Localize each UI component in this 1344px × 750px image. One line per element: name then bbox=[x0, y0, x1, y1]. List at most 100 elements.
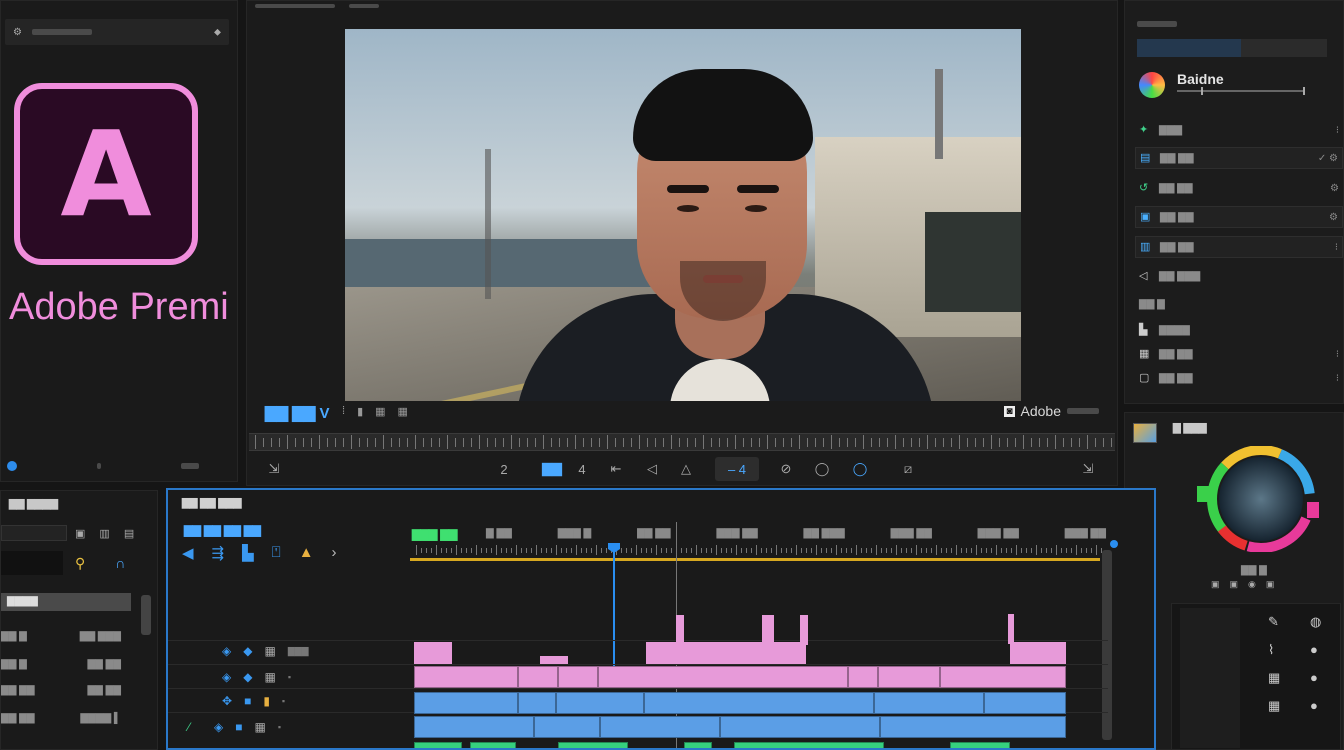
properties-selector[interactable] bbox=[1137, 39, 1327, 57]
property-row[interactable]: ▤ ▇▇ ▇▇ ✓ ⚙ bbox=[1135, 147, 1343, 169]
settings-icon[interactable]: ▤ bbox=[124, 527, 134, 540]
property-row[interactable]: ▥ ▇▇ ▇▇ ⁝ bbox=[1135, 236, 1343, 258]
dot-icon[interactable]: ● bbox=[1310, 698, 1334, 714]
track-header[interactable]: ⁄ ◈ ■ ▦ ▪ bbox=[188, 716, 408, 738]
audio-clip[interactable] bbox=[558, 742, 628, 748]
playhead-icon[interactable]: ▮ bbox=[357, 405, 363, 418]
property-row[interactable]: ▦ ▇▇ ▇▇ ⁝ bbox=[1135, 343, 1343, 365]
project-scrollbar[interactable] bbox=[141, 595, 151, 635]
extract-button[interactable]: ⧄ bbox=[895, 457, 921, 481]
project-search-input[interactable] bbox=[1, 525, 67, 541]
video-clip[interactable] bbox=[414, 666, 518, 688]
project-row[interactable]: ▇▇ ▇▇ ▇▇ ▇▇ bbox=[1, 683, 121, 697]
video-clip[interactable] bbox=[598, 666, 848, 688]
settings-icon[interactable]: ▦ bbox=[398, 405, 408, 418]
eye-icon[interactable]: ◆ bbox=[243, 644, 252, 658]
project-row[interactable]: ▇▇ ▇ ▇▇ ▇▇ bbox=[1, 657, 121, 671]
dot-icon[interactable]: ● bbox=[1310, 670, 1334, 686]
property-row[interactable]: ↺ ▇▇ ▇▇ ⚙ bbox=[1135, 177, 1343, 199]
property-row[interactable]: ✦ ▇▇▇ ⁝ bbox=[1135, 119, 1343, 141]
track-header[interactable]: ◈ ◆ ▦ ▇▇▇ bbox=[222, 640, 402, 662]
audio-clip[interactable] bbox=[414, 742, 462, 748]
zoom-handle[interactable] bbox=[1110, 540, 1118, 548]
go-to-in-button[interactable]: 4 bbox=[569, 457, 595, 481]
sync-icon[interactable]: ◈ bbox=[222, 670, 231, 684]
mask-icon[interactable]: ◍ bbox=[1310, 614, 1334, 630]
video-frame[interactable] bbox=[345, 29, 1021, 401]
selection-tool-icon[interactable]: ◀ bbox=[182, 544, 194, 562]
audio-clip[interactable] bbox=[950, 742, 1010, 748]
audio-clip[interactable] bbox=[470, 742, 516, 748]
audio-clip[interactable] bbox=[684, 742, 712, 748]
monitor-tab[interactable] bbox=[255, 4, 335, 8]
property-row[interactable]: ▙ ▇▇▇▇ bbox=[1135, 319, 1343, 341]
slip-tool-icon[interactable]: ▲ bbox=[299, 544, 314, 562]
audio-clip[interactable] bbox=[518, 692, 556, 714]
audio-clip[interactable] bbox=[600, 716, 720, 738]
properties-slider[interactable] bbox=[1177, 87, 1305, 95]
work-area-bar[interactable] bbox=[410, 558, 1100, 561]
clip-icon[interactable]: ▦ bbox=[264, 670, 275, 684]
eye-icon[interactable]: ◆ bbox=[243, 670, 252, 684]
property-row[interactable]: ▇▇ ▇ bbox=[1135, 293, 1343, 315]
sync-icon[interactable]: ◈ bbox=[214, 720, 223, 734]
mark-out-button[interactable]: ▇▇ bbox=[537, 457, 567, 481]
clip-icon[interactable]: ▮ bbox=[263, 694, 270, 708]
property-row[interactable]: ▢ ▇▇ ▇▇ ⁝ bbox=[1135, 367, 1343, 389]
razor-tool-icon[interactable]: ⍞ bbox=[272, 544, 281, 562]
monitor-tab-menu[interactable] bbox=[349, 4, 379, 8]
reset-icon[interactable]: ▣ bbox=[1211, 579, 1220, 590]
project-row[interactable]: ▇▇ ▇ ▇▇ ▇▇▇ bbox=[1, 629, 121, 643]
icon-view-icon[interactable]: ▥ bbox=[99, 527, 109, 540]
expand-icon[interactable]: ⬥ bbox=[214, 27, 221, 38]
go-to-out-button[interactable]: ‒ 4 bbox=[715, 457, 759, 481]
color-wheel-icon[interactable] bbox=[1139, 72, 1165, 98]
clip-icon[interactable]: ▦ bbox=[264, 644, 275, 658]
timeline-ruler[interactable] bbox=[410, 544, 1104, 556]
audio-clip[interactable] bbox=[644, 692, 874, 714]
color-swatch[interactable] bbox=[1133, 423, 1157, 443]
properties-tab[interactable] bbox=[1137, 21, 1177, 27]
eye-icon[interactable]: ■ bbox=[244, 694, 251, 708]
audio-clip[interactable] bbox=[874, 692, 984, 714]
gear-icon[interactable]: ⚙ bbox=[13, 27, 22, 38]
grid-icon[interactable]: ▦ bbox=[1268, 698, 1292, 714]
ripple-tool-icon[interactable]: ▙ bbox=[242, 544, 254, 562]
project-selected-item[interactable]: ▇▇▇▇ bbox=[1, 593, 131, 611]
step-back-button[interactable]: ⇤ bbox=[603, 457, 629, 481]
audio-clip[interactable] bbox=[720, 716, 880, 738]
monitor-scrubber[interactable] bbox=[249, 433, 1115, 451]
video-clip[interactable] bbox=[878, 666, 940, 688]
grid-icon[interactable]: ▦ bbox=[1268, 670, 1292, 686]
property-row[interactable]: ▣ ▇▇ ▇▇ ⚙ bbox=[1135, 206, 1343, 228]
step-forward-button[interactable]: △ bbox=[673, 457, 699, 481]
export-button[interactable]: ⇲ bbox=[1075, 457, 1101, 481]
audio-clip[interactable] bbox=[734, 742, 884, 748]
audio-clip[interactable] bbox=[880, 716, 1066, 738]
search-icon[interactable]: ⚲ bbox=[75, 555, 85, 572]
video-clip[interactable] bbox=[558, 666, 598, 688]
track-header[interactable]: ◈ ◆ ▦ ▪ bbox=[222, 666, 402, 688]
audio-clip[interactable] bbox=[414, 692, 518, 714]
list-view-icon[interactable]: ▣ bbox=[75, 527, 85, 540]
project-filter-input[interactable] bbox=[1, 551, 63, 575]
mark-in-button[interactable]: 2 bbox=[491, 457, 517, 481]
audio-clip[interactable] bbox=[556, 692, 644, 714]
lock-icon[interactable]: ✥ bbox=[222, 694, 232, 708]
insert-button[interactable]: ⊘ bbox=[773, 457, 799, 481]
marker-icon[interactable]: ⁞ bbox=[342, 405, 345, 418]
forward-icon[interactable]: › bbox=[332, 544, 337, 562]
clip-icon[interactable]: ▦ bbox=[255, 720, 266, 734]
dot-icon[interactable]: ● bbox=[1310, 642, 1334, 658]
export-frame-button[interactable]: ⇲ bbox=[261, 457, 287, 481]
color-wheel[interactable] bbox=[1195, 446, 1325, 552]
reset-icon[interactable]: ◉ bbox=[1248, 579, 1256, 590]
pen-icon[interactable]: ✎ bbox=[1268, 614, 1292, 630]
lift-button[interactable]: ◯ bbox=[847, 457, 873, 481]
audio-clip[interactable] bbox=[414, 716, 534, 738]
reset-icon[interactable]: ▣ bbox=[1266, 579, 1275, 590]
play-button[interactable]: ◁ bbox=[639, 457, 665, 481]
bin-icon[interactable]: ∩ bbox=[115, 555, 125, 572]
track-header[interactable]: ✥ ■ ▮ ▪ bbox=[222, 690, 402, 712]
panel-menu-row[interactable]: ⚙ ⬥ bbox=[5, 19, 229, 45]
